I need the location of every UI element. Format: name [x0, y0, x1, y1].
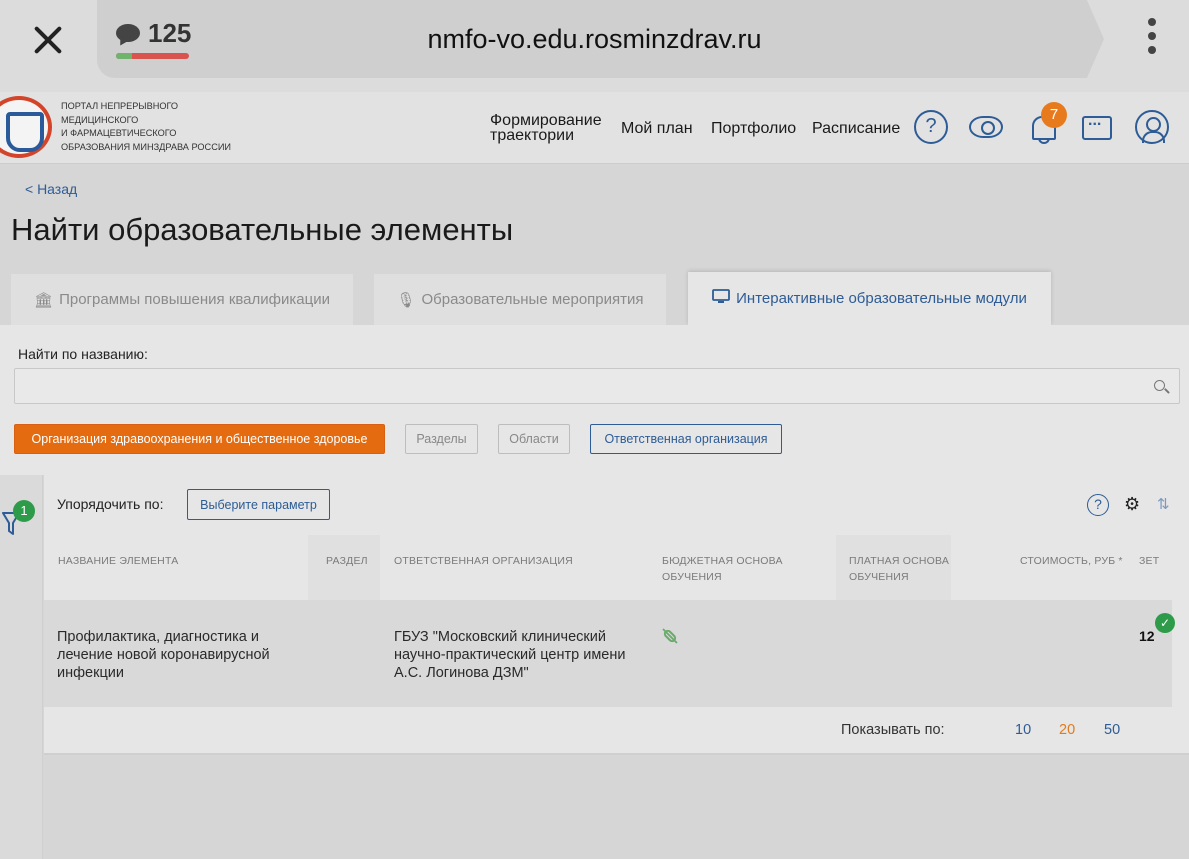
- bank-icon: 🏛: [34, 291, 54, 309]
- portal-logo[interactable]: [0, 96, 52, 158]
- column-header-paid[interactable]: Платная основа обучения: [849, 553, 959, 585]
- row-zet: 12: [1139, 628, 1155, 644]
- page-title: Найти образовательные элементы: [11, 212, 514, 247]
- browser-toolbar: 125 nmfo-vo.edu.rosminzdrav.ru: [0, 0, 1189, 92]
- comment-count: 125: [148, 18, 192, 48]
- page-size-label: Показывать по:: [841, 722, 945, 738]
- back-link[interactable]: < Назад: [25, 181, 77, 197]
- help-icon[interactable]: ?: [914, 110, 948, 144]
- help-circle-icon[interactable]: ?: [1087, 494, 1109, 516]
- tab-educational-events[interactable]: 🎙 Образовательные мероприятия: [374, 274, 666, 325]
- nav-trajectory[interactable]: Формирование траектории: [490, 92, 602, 164]
- row-organization: ГБУЗ "Московский клинический научно-прак…: [394, 629, 626, 681]
- address-bar[interactable]: [97, 0, 1104, 78]
- column-header-organization[interactable]: Ответственная организация: [394, 553, 573, 569]
- comment-rating-bar: [116, 53, 189, 59]
- column-header-cost[interactable]: Стоимость, руб *: [1020, 553, 1125, 569]
- tab-interactive-modules[interactable]: Интерактивные образовательные модули: [688, 272, 1051, 325]
- nav-schedule[interactable]: Расписание: [812, 92, 900, 164]
- nav-portfolio[interactable]: Портфолио: [711, 92, 796, 164]
- comment-icon: [116, 24, 140, 42]
- column-header-zet[interactable]: ЗЕТ: [1139, 553, 1159, 569]
- sort-label: Упорядочить по:: [57, 496, 164, 512]
- notification-badge: 7: [1041, 102, 1067, 128]
- close-icon[interactable]: [28, 20, 68, 60]
- more-menu-icon[interactable]: [1144, 18, 1160, 60]
- sort-arrows-icon[interactable]: ⇅: [1157, 495, 1170, 513]
- monitor-icon: [712, 289, 731, 308]
- column-header-section[interactable]: Раздел: [326, 553, 368, 569]
- budget-icon: [662, 628, 678, 644]
- chat-icon[interactable]: [1080, 110, 1114, 144]
- verified-check-icon: ✓: [1155, 613, 1175, 633]
- filter-areas[interactable]: Области: [498, 424, 570, 454]
- accessibility-eye-icon[interactable]: [969, 116, 1003, 138]
- tab-qualification-programs[interactable]: 🏛 Программы повышения квалификации: [11, 274, 353, 325]
- gear-icon[interactable]: ⚙: [1124, 494, 1140, 514]
- search-icon[interactable]: [1154, 380, 1165, 391]
- filter-count-badge: 1: [13, 500, 35, 522]
- page-size-10[interactable]: 10: [1015, 722, 1031, 738]
- page-size-50[interactable]: 50: [1104, 722, 1120, 738]
- filter-sections[interactable]: Разделы: [405, 424, 478, 454]
- user-avatar-icon[interactable]: [1135, 110, 1169, 144]
- filter-healthcare-organization[interactable]: Организация здравоохранения и общественн…: [14, 424, 385, 454]
- filter-responsible-organization[interactable]: Ответственная организация: [590, 424, 782, 454]
- site-header: Портал непрерывного медицинского и фарма…: [0, 92, 1189, 164]
- page-size-20[interactable]: 20: [1059, 722, 1075, 738]
- search-label: Найти по названию:: [18, 346, 148, 362]
- microphone-icon: 🎙: [396, 291, 416, 309]
- nav-my-plan[interactable]: Мой план: [621, 92, 693, 164]
- column-header-budget[interactable]: Бюджетная основа обучения: [662, 553, 792, 585]
- sort-select-button[interactable]: Выберите параметр: [187, 489, 330, 520]
- portal-name: Портал непрерывного медицинского и фарма…: [61, 101, 232, 152]
- search-input[interactable]: [14, 368, 1180, 404]
- column-header-name[interactable]: Название элемента: [58, 553, 178, 569]
- row-element-name[interactable]: Профилактика, диагностика и лечение ново…: [57, 628, 297, 682]
